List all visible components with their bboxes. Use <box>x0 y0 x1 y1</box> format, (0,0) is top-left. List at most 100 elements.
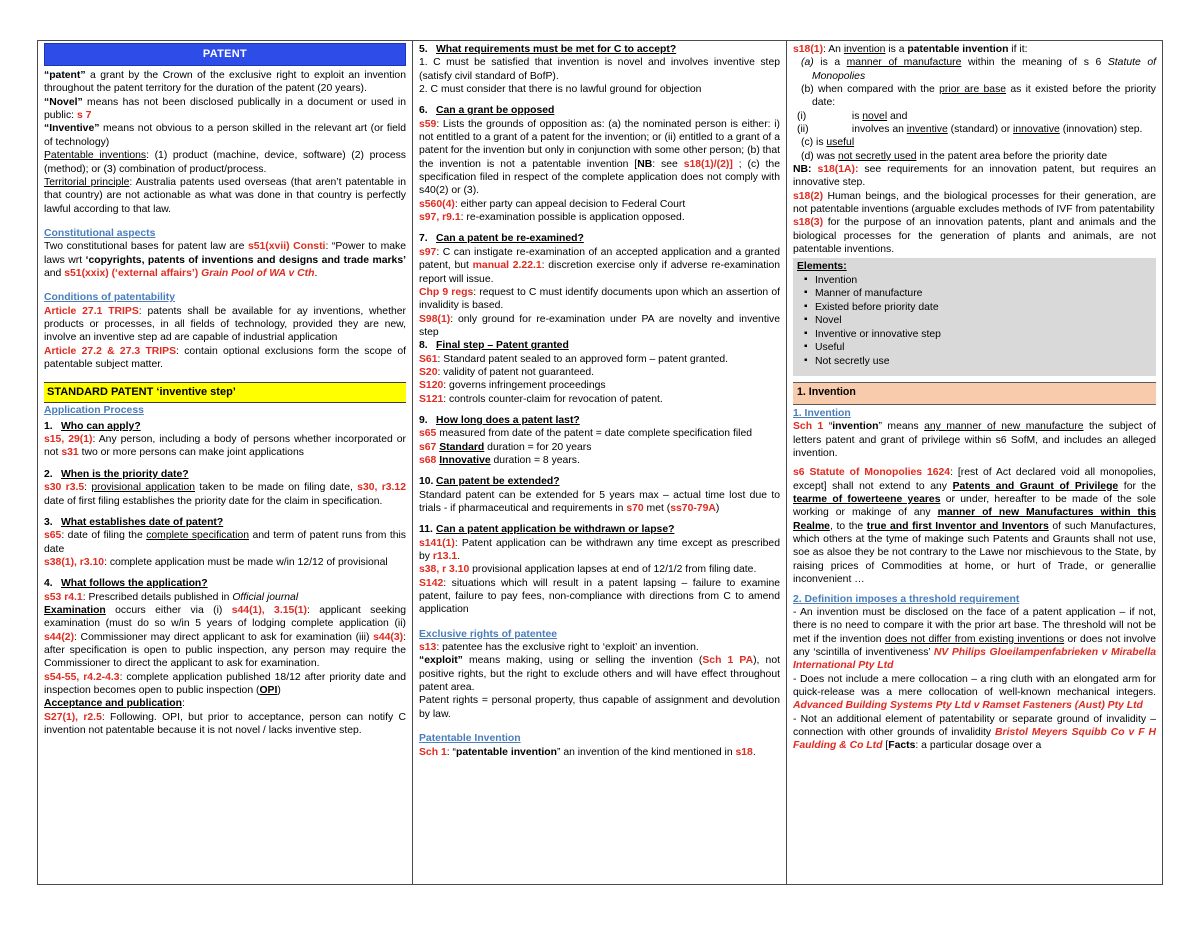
article-271: Article 27.1 TRIPS: patents shall be ava… <box>44 305 406 345</box>
q4-b7: ) <box>277 684 281 696</box>
list-item: Manner of manufacture <box>804 286 1152 301</box>
d1-u1: does not differ from existing inventions <box>884 633 1065 645</box>
q4-b4: : Commissioner may direct applicant to a… <box>74 631 374 643</box>
patentable-invention-body: Sch 1: “patentable invention” an inventi… <box>419 746 780 759</box>
pat-inv-b1: : “ <box>446 746 456 758</box>
question-4-publication: s54-55, r4.2-4.3: complete application p… <box>44 671 406 698</box>
s18-ii-label: (ii) <box>797 124 809 136</box>
const-ref2: s51(xxix) (‘external affairs’) <box>64 267 199 279</box>
q9-s67: s67 Standard duration = for 20 years <box>419 441 780 454</box>
q8-s121: S121: controls counter-claim for revocat… <box>419 393 780 406</box>
s18-item-b-i: (i) is novel and <box>793 110 1156 123</box>
q4-opi: OPI <box>259 684 278 696</box>
territorial-label: Territorial principle <box>44 176 130 188</box>
question-5-heading: 5. What requirements must be met for C to… <box>419 43 780 56</box>
q6-ref: s59 <box>419 118 437 130</box>
conditions-heading: Conditions of patentability <box>44 292 176 304</box>
patent-banner: PATENT <box>44 43 406 67</box>
s18-b3: if it: <box>1008 44 1028 55</box>
q1-number: 1. <box>44 420 53 432</box>
q9-b2: duration = for 20 years <box>484 441 592 453</box>
q1-title: Who can apply? <box>61 420 141 432</box>
excl-ref2: Sch 1 PA <box>702 655 754 667</box>
excl-b1: : patentee has the exclusive right to ‘e… <box>436 642 699 654</box>
question-3-body: s65: date of filing the complete specifi… <box>44 529 406 556</box>
q6-appeal: s560(4): either party can appeal decisio… <box>419 198 780 211</box>
threshold-point-3: - Not an additional element of patentabi… <box>793 713 1156 753</box>
const-t1: Two constitutional bases for patent law … <box>44 241 248 253</box>
q4-b2: occurs either via (i) <box>105 604 232 616</box>
list-item: Useful <box>804 340 1152 355</box>
q7-ref4: S98(1) <box>419 313 451 325</box>
q6-nb: NB <box>637 158 653 170</box>
standard-patent-banner: STANDARD PATENT ‘inventive step’ <box>44 382 406 404</box>
question-8-heading: 8. Final step – Patent granted <box>419 339 780 352</box>
q1-body2: two or more persons can make joint appli… <box>78 447 304 459</box>
q10-title: Can patent be extended? <box>436 476 560 488</box>
excl-personal-property: Patent rights = personal property, thus … <box>419 695 780 720</box>
s18-item-b: (b) when compared with the prior are bas… <box>793 83 1156 110</box>
const-ref1: s51(xvii) Consti <box>247 241 326 253</box>
q7-s98: S98(1): only ground for re-examination u… <box>419 313 780 340</box>
q11-ref4: S142 <box>419 577 444 589</box>
s18-i-t1: is <box>849 110 863 122</box>
question-2-body: s30 r3.5: provisional application taken … <box>44 481 406 508</box>
q3-number: 3. <box>44 516 53 528</box>
list-item: Existed before priority date <box>804 300 1152 315</box>
q5-title: What requirements must be met for C to a… <box>436 44 677 55</box>
def-patent: “patent” a grant by the Crown of the exc… <box>44 69 406 96</box>
q4-ref3: s44(2) <box>44 631 75 643</box>
nb-ref: s18(1A): <box>817 164 859 176</box>
s18-ii-u1: inventive <box>906 124 948 136</box>
def-inventive-term: “Inventive” <box>44 123 100 135</box>
exclusive-rights-heading: Exclusive rights of patentee <box>419 628 558 640</box>
sofm-t2: for the <box>1118 480 1156 492</box>
s18-2: s18(2) Human beings, and the biological … <box>793 190 1156 217</box>
article-272: Article 27.2 & 27.3 TRIPS: contain optio… <box>44 345 406 372</box>
q8-ref1: S61 <box>419 353 438 365</box>
sch1-u: any manner of new manufacture <box>924 421 1084 433</box>
acceptance-body: S27(1), r2.5: Following. OPI, but prior … <box>44 711 406 738</box>
question-11-heading: 11. Can a patent application be withdrawn… <box>419 523 780 536</box>
q4-ref2: s44(1), 3.15(1) <box>231 604 307 616</box>
question-4-heading: 4. What follows the application? <box>44 577 406 590</box>
const-end: . <box>314 267 318 279</box>
question-10-heading: 10. Can patent be extended? <box>419 475 780 488</box>
q7-title: Can a patent be re-examined? <box>436 233 584 245</box>
s18-bold1: patentable invention <box>907 44 1009 55</box>
q3-title: What establishes date of patent? <box>61 516 224 528</box>
q9-ref1: s65 <box>419 428 437 440</box>
s18-b-label: (b) <box>801 84 814 96</box>
elements-title: Elements: <box>797 260 847 272</box>
s18-b1: : An <box>823 44 844 55</box>
pat-inv-ref: Sch 1 <box>419 746 447 758</box>
const-quote1: ‘copyrights, patents of inventions and d… <box>85 254 406 266</box>
excl-s13: s13: patentee has the exclusive right to… <box>419 641 780 654</box>
sofm-t4: , to the <box>829 520 867 532</box>
s18-a-label: (a) <box>801 57 814 69</box>
s18-d-t1: was <box>813 150 838 162</box>
q6-b4: : either party can appeal decision to Fe… <box>454 198 686 210</box>
column-three: s18(1): An invention is a patentable inv… <box>787 41 1162 884</box>
def-novel: “Novel” means has not been disclosed pub… <box>44 96 406 123</box>
elements-box: Elements: Invention Manner of manufactur… <box>793 257 1156 377</box>
q6-ref3: s560(4) <box>419 198 455 210</box>
s18-item-b-ii: (ii) involves an inventive (standard) or… <box>793 123 1156 136</box>
list-item: Novel <box>804 313 1152 328</box>
q8-b2: : validity of patent not guaranteed. <box>437 366 595 378</box>
q10-ref2: ss70-79A <box>670 503 716 514</box>
column-two: 5. What requirements must be met for C to… <box>413 41 787 884</box>
application-process-heading: Application Process <box>44 405 144 417</box>
article-272-ref: Article 27.2 & 27.3 TRIPS <box>44 345 177 357</box>
q4-ital: Official journal <box>232 591 299 603</box>
q8-ref3: S120 <box>419 380 444 392</box>
q11-ref2: r13.1 <box>432 551 458 563</box>
q9-ref2: s67 <box>419 441 437 453</box>
q5-line-2: 2. C must consider that there is no lawf… <box>419 84 702 96</box>
q7-ref3: Chp 9 regs <box>419 286 474 298</box>
nb-label: NB: <box>793 164 818 176</box>
